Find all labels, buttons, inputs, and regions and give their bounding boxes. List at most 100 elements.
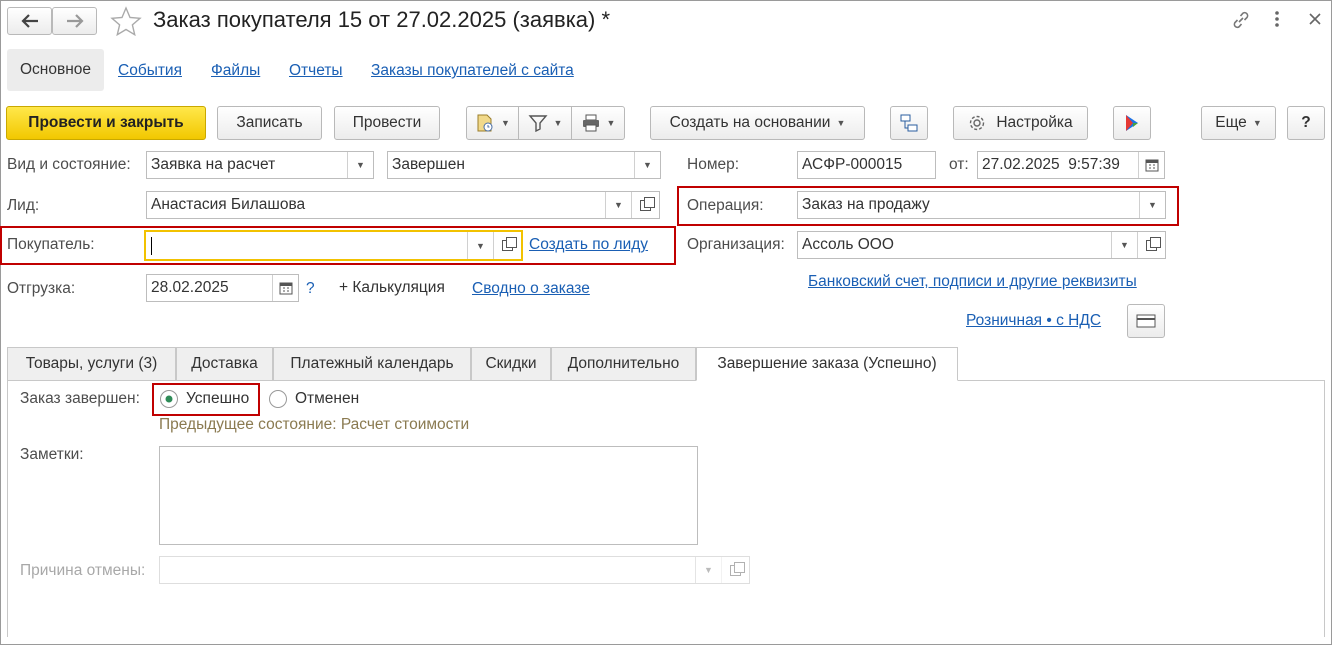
radio-success[interactable]: Успешно	[159, 389, 249, 409]
tab-delivery[interactable]: Доставка	[176, 347, 273, 381]
open-form-icon[interactable]	[493, 232, 521, 259]
order-completed-label: Заказ завершен:	[20, 390, 140, 407]
write-button[interactable]: Записать	[217, 106, 322, 140]
favorite-star-icon[interactable]	[110, 6, 142, 41]
chevron-down-icon[interactable]: ▼	[605, 192, 631, 218]
media-button[interactable]	[1113, 106, 1151, 140]
filter-menu-button[interactable]: ▼	[518, 106, 572, 140]
bank-details-link[interactable]: Банковский счет, подписи и другие реквиз…	[808, 273, 1137, 291]
create-doc-menu-button[interactable]: ▼	[466, 106, 519, 140]
arrow-left-icon	[20, 14, 38, 28]
organization-select[interactable]: Ассоль ООО ▼	[797, 231, 1166, 259]
chevron-down-icon: ▼	[695, 557, 721, 583]
arrow-right-icon	[66, 14, 84, 28]
post-and-close-button[interactable]: Провести и закрыть	[6, 106, 206, 140]
create-based-on-label: Создать на основании	[669, 114, 831, 131]
state-select[interactable]: Завершен ▼	[387, 151, 661, 179]
cancel-reason-label: Причина отмены:	[20, 562, 146, 579]
chevron-down-icon[interactable]: ▼	[1139, 192, 1165, 218]
notes-label: Заметки:	[20, 446, 84, 463]
lead-value: Анастасия Билашова	[151, 196, 306, 213]
organization-value: Ассоль ООО	[802, 236, 894, 253]
price-type-link[interactable]: Розничная • с НДС	[966, 312, 1101, 330]
document-clock-icon	[477, 114, 493, 132]
nav-files[interactable]: Файлы	[211, 62, 260, 80]
previous-state-text: Предыдущее состояние: Расчет стоимости	[159, 416, 470, 433]
open-form-icon	[721, 557, 749, 583]
shipment-help-icon[interactable]: ?	[306, 280, 315, 298]
kind-select[interactable]: Заявка на расчет ▼	[146, 151, 374, 179]
back-button[interactable]	[7, 7, 52, 35]
operation-label: Операция:	[687, 197, 764, 214]
nav-reports[interactable]: Отчеты	[289, 62, 343, 80]
post-button[interactable]: Провести	[334, 106, 440, 140]
create-by-lead-link[interactable]: Создать по лиду	[529, 236, 648, 254]
state-value: Завершен	[392, 156, 465, 173]
structure-button[interactable]	[890, 106, 928, 140]
close-icon[interactable]	[1308, 12, 1322, 31]
help-button[interactable]: ?	[1287, 106, 1325, 140]
tab-order-completion[interactable]: Завершение заказа (Успешно)	[696, 347, 958, 381]
nav-site-orders[interactable]: Заказы покупателей с сайта	[371, 62, 574, 80]
print-menu-button[interactable]: ▼	[571, 106, 625, 140]
date-value: 27.02.2025 9:57:39	[982, 156, 1120, 173]
radio-selected-icon	[160, 390, 178, 408]
open-form-icon[interactable]	[631, 192, 659, 218]
buyer-label: Покупатель:	[7, 236, 95, 253]
kind-value: Заявка на расчет	[151, 156, 276, 173]
settings-button[interactable]: Настройка	[953, 106, 1088, 140]
printer-icon	[582, 114, 599, 132]
more-button[interactable]: Еще ▼	[1201, 106, 1276, 140]
shipment-label: Отгрузка:	[7, 280, 76, 297]
radio-cancelled-label: Отменен	[295, 390, 360, 407]
forward-button[interactable]	[52, 7, 97, 35]
number-value: АСФР-000015	[802, 156, 903, 173]
more-vertical-icon[interactable]	[1272, 10, 1282, 30]
radio-cancelled[interactable]: Отменен	[268, 389, 359, 409]
open-form-icon[interactable]	[1137, 232, 1165, 258]
text-cursor	[151, 237, 152, 255]
date-field[interactable]: 27.02.2025 9:57:39	[977, 151, 1165, 179]
organization-label: Организация:	[687, 236, 785, 253]
create-based-on-button[interactable]: Создать на основании ▼	[650, 106, 865, 140]
chevron-down-icon[interactable]: ▼	[347, 152, 373, 178]
buyer-input[interactable]: ▼	[144, 230, 523, 261]
calendar-icon[interactable]	[1138, 152, 1164, 178]
kind-state-label: Вид и состояние:	[7, 156, 131, 173]
calculation-button[interactable]: + Калькуляция	[339, 279, 445, 297]
gear-icon	[970, 115, 985, 131]
lead-label: Лид:	[7, 197, 40, 214]
cancel-reason-select: ▼	[159, 556, 750, 584]
nav-events[interactable]: События	[118, 62, 182, 80]
tab-additional[interactable]: Дополнительно	[551, 347, 696, 381]
chevron-down-icon[interactable]: ▼	[1111, 232, 1137, 258]
nav-main[interactable]: Основное	[7, 49, 104, 91]
notes-textarea[interactable]	[159, 446, 698, 545]
play-colored-icon	[1126, 115, 1138, 131]
calendar-icon[interactable]	[272, 275, 298, 301]
order-summary-link[interactable]: Сводно о заказе	[472, 280, 590, 298]
number-field[interactable]: АСФР-000015	[797, 151, 936, 179]
link-icon[interactable]	[1230, 9, 1252, 36]
card-icon	[1136, 314, 1156, 328]
hierarchy-icon	[900, 114, 918, 132]
settings-label: Настройка	[996, 114, 1073, 131]
lead-select[interactable]: Анастасия Билашова ▼	[146, 191, 660, 219]
chevron-down-icon[interactable]: ▼	[467, 232, 493, 259]
tab-payment-calendar[interactable]: Платежный календарь	[273, 347, 471, 381]
tab-goods[interactable]: Товары, услуги (3)	[7, 347, 176, 381]
chevron-down-icon[interactable]: ▼	[634, 152, 660, 178]
shipment-date-field[interactable]: 28.02.2025	[146, 274, 299, 302]
operation-select[interactable]: Заказ на продажу ▼	[797, 191, 1166, 219]
nav-main-label: Основное	[19, 61, 92, 78]
payment-card-button[interactable]	[1127, 304, 1165, 338]
shipment-date-value: 28.02.2025	[151, 279, 229, 296]
filter-icon	[528, 115, 548, 132]
radio-empty-icon	[269, 390, 287, 408]
more-label: Еще	[1215, 114, 1247, 131]
date-from-label: от:	[949, 156, 969, 173]
number-label: Номер:	[687, 156, 740, 173]
operation-value: Заказ на продажу	[802, 196, 930, 213]
radio-success-label: Успешно	[186, 390, 250, 407]
tab-discounts[interactable]: Скидки	[471, 347, 551, 381]
